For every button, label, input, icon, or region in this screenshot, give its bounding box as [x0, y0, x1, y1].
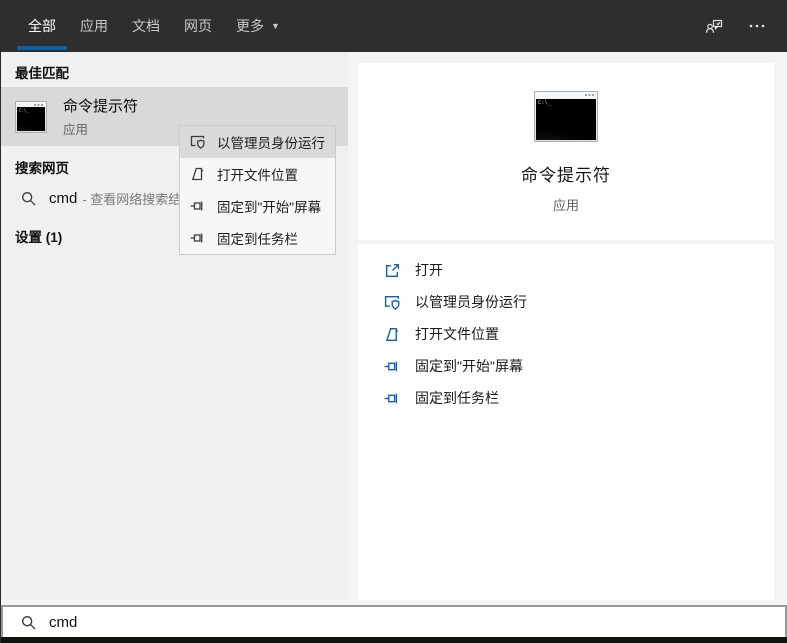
- feedback-icon[interactable]: [705, 18, 723, 35]
- preview-subtitle: 应用: [552, 198, 579, 213]
- ellipsis-icon[interactable]: [749, 18, 765, 34]
- pin-to-start-icon: [190, 200, 203, 212]
- window-bottom-edge: [1, 637, 787, 643]
- menu-item-pin-to-taskbar[interactable]: 固定到任务栏: [180, 222, 335, 254]
- search-flyout-window: 全部 应用 文档 网页 更多 ▼ 最佳匹配 C:\_ 命令提示符 应用 搜索网页…: [0, 0, 787, 643]
- context-menu: 以管理员身份运行 打开文件位置 固定到"开始"屏幕 固定到任务栏: [179, 125, 336, 255]
- preview-panel-actions: 打开 以管理员身份运行 打开文件位置 固定到"开始"屏幕 固定到任务栏: [358, 244, 774, 600]
- open-file-location-icon: [192, 167, 204, 181]
- command-prompt-icon: C:\_: [15, 100, 47, 133]
- tab-apps[interactable]: 应用: [80, 0, 108, 52]
- search-icon: [22, 191, 36, 206]
- action-open-file-location[interactable]: 打开文件位置: [358, 318, 774, 350]
- command-prompt-icon-large: C:\_: [534, 91, 598, 142]
- settings-header: 设置 (1): [15, 230, 63, 245]
- menu-item-open-file-location[interactable]: 打开文件位置: [180, 158, 335, 190]
- tab-web[interactable]: 网页: [184, 0, 212, 52]
- search-web-header: 搜索网页: [15, 161, 69, 176]
- best-match-header: 最佳匹配: [15, 66, 69, 81]
- preview-title: 命令提示符: [521, 166, 611, 185]
- run-as-admin-shield-icon: [190, 135, 205, 149]
- search-input[interactable]: [49, 613, 649, 631]
- best-match-subtitle: 应用: [63, 123, 89, 137]
- action-pin-to-taskbar[interactable]: 固定到任务栏: [358, 382, 774, 414]
- action-open[interactable]: 打开: [358, 254, 774, 286]
- search-icon: [22, 615, 36, 630]
- tab-documents[interactable]: 文档: [132, 0, 160, 52]
- chevron-down-icon: ▼: [271, 21, 280, 31]
- open-icon: [385, 263, 400, 277]
- web-search-query: cmd: [49, 189, 78, 207]
- tab-all[interactable]: 全部: [17, 0, 67, 52]
- action-run-as-admin[interactable]: 以管理员身份运行: [358, 286, 774, 318]
- action-pin-to-start[interactable]: 固定到"开始"屏幕: [358, 350, 774, 382]
- run-as-admin-shield-icon: [384, 295, 400, 310]
- best-match-title: 命令提示符: [63, 98, 139, 115]
- pin-icon: [384, 392, 398, 404]
- menu-item-run-as-admin[interactable]: 以管理员身份运行: [180, 126, 335, 158]
- preview-panel-header: C:\_ 命令提示符 应用: [358, 63, 774, 240]
- pin-to-taskbar-icon: [190, 232, 203, 244]
- open-file-location-icon: [386, 327, 399, 341]
- tab-more[interactable]: 更多 ▼: [236, 0, 280, 52]
- menu-item-pin-to-start[interactable]: 固定到"开始"屏幕: [180, 190, 335, 222]
- filter-tabs: 全部 应用 文档 网页 更多 ▼: [17, 0, 304, 52]
- search-filter-bar: 全部 应用 文档 网页 更多 ▼: [1, 0, 787, 52]
- search-box: [1, 605, 787, 637]
- web-search-suffix: - 查看网络搜索结果: [82, 191, 195, 207]
- pin-icon: [384, 360, 398, 372]
